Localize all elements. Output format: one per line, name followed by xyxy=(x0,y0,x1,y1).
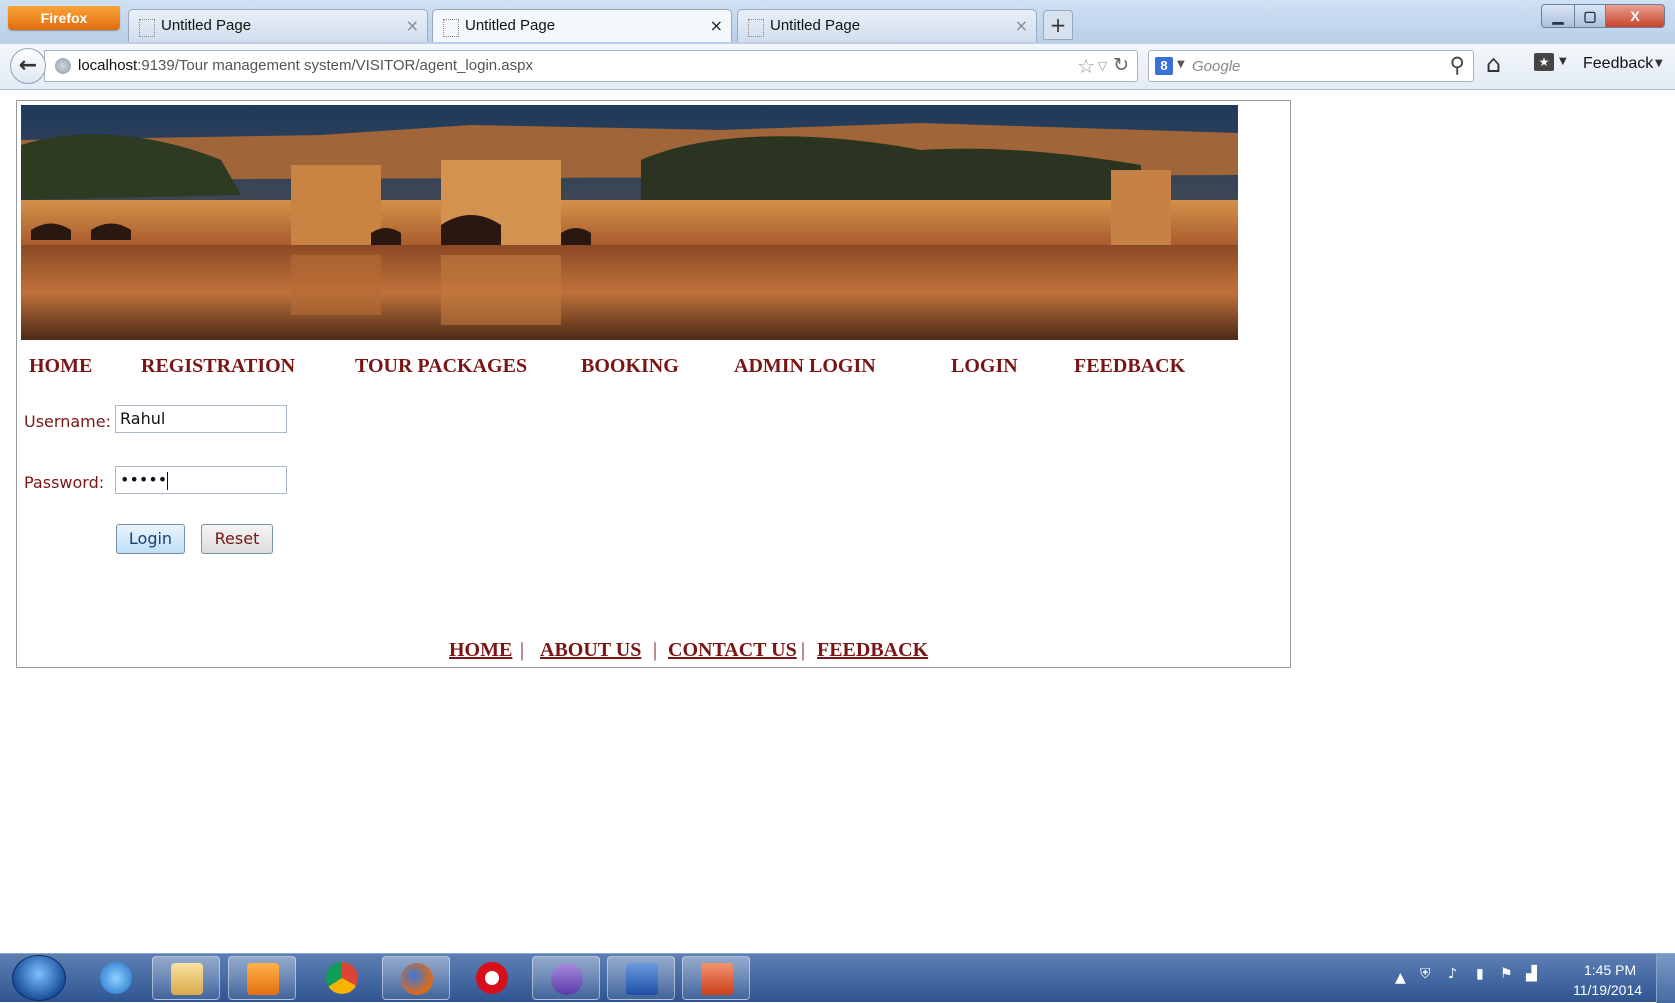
reload-icon[interactable]: ↻ xyxy=(1113,54,1129,76)
google-icon[interactable]: 8 xyxy=(1155,57,1173,75)
tab-untitled-page-2[interactable]: Untitled Page × xyxy=(432,9,732,42)
nav-booking[interactable]: BOOKING xyxy=(581,355,679,378)
taskbar: ▲ ⛨ ♪ ▮ ⚑ ▟ 1:45 PM 11/19/2014 xyxy=(0,953,1675,1003)
nav-login[interactable]: LOGIN xyxy=(951,355,1018,378)
nav-tour-packages[interactable]: TOUR PACKAGES xyxy=(355,355,527,378)
close-window-button[interactable]: X xyxy=(1605,4,1665,28)
clock-date[interactable]: 11/19/2014 xyxy=(1573,982,1642,998)
tab-untitled-page-3[interactable]: Untitled Page × xyxy=(737,9,1037,42)
password-label: Password: xyxy=(24,473,105,492)
powerpoint-icon[interactable] xyxy=(682,956,750,1000)
chrome-icon[interactable] xyxy=(308,956,376,1000)
username-field[interactable]: Rahul xyxy=(115,405,287,433)
page-icon xyxy=(139,19,155,37)
chevron-up-icon[interactable]: ▲ xyxy=(1395,970,1406,986)
minimize-button[interactable]: ▁ xyxy=(1541,4,1575,28)
search-bar[interactable]: 8 ▼ Google ⚲ xyxy=(1148,50,1474,82)
home-icon[interactable]: ⌂ xyxy=(1486,50,1501,78)
footer-separator: | xyxy=(520,639,525,661)
footer-contact-us-link[interactable]: CONTACT US xyxy=(668,639,797,662)
chevron-down-icon[interactable]: ▼ xyxy=(1655,58,1663,69)
chevron-down-icon[interactable]: ▼ xyxy=(1177,59,1185,70)
battery-icon[interactable]: ▮ xyxy=(1476,966,1484,982)
bookmarks-icon[interactable]: ★ xyxy=(1534,53,1554,71)
start-button[interactable] xyxy=(12,955,66,1001)
browser-toolbar: localhost:9139/Tour management system/VI… xyxy=(0,44,1675,90)
file-explorer-icon[interactable] xyxy=(152,956,220,1000)
star-icon[interactable]: ☆ xyxy=(1077,54,1095,78)
chevron-down-icon[interactable]: ▽ xyxy=(1098,59,1107,73)
chevron-down-icon[interactable]: ▼ xyxy=(1559,56,1567,67)
nav-home[interactable]: HOME xyxy=(29,355,92,378)
url-text[interactable]: localhost:9139/Tour management system/VI… xyxy=(78,57,533,74)
visual-studio-icon[interactable] xyxy=(532,956,600,1000)
feedback-button[interactable]: Feedback xyxy=(1583,55,1653,73)
media-player-icon[interactable] xyxy=(228,956,296,1000)
back-button[interactable]: ← xyxy=(10,48,46,84)
page-container: HOME REGISTRATION TOUR PACKAGES BOOKING … xyxy=(16,100,1291,668)
footer-feedback-link[interactable]: FEEDBACK xyxy=(817,639,928,662)
login-button[interactable]: Login xyxy=(116,524,185,554)
footer-home-link[interactable]: HOME xyxy=(449,639,512,662)
opera-icon[interactable] xyxy=(458,956,526,1000)
tab-label: Untitled Page xyxy=(161,17,252,34)
browser-titlebar: Firefox Untitled Page × Untitled Page × … xyxy=(0,0,1675,44)
close-icon[interactable]: × xyxy=(1015,16,1028,35)
footer-about-us-link[interactable]: ABOUT US xyxy=(540,639,641,662)
clock-time[interactable]: 1:45 PM xyxy=(1584,962,1636,978)
tab-label: Untitled Page xyxy=(770,17,861,34)
firefox-icon[interactable] xyxy=(382,956,450,1000)
url-host: localhost xyxy=(78,57,138,74)
page-icon xyxy=(748,19,764,37)
close-icon[interactable]: × xyxy=(710,16,723,35)
maximize-button[interactable]: ▢ xyxy=(1574,4,1606,28)
volume-icon[interactable]: ♪ xyxy=(1448,966,1457,982)
footer-separator: | xyxy=(653,639,658,661)
show-desktop-button[interactable] xyxy=(1656,954,1675,1003)
network-icon[interactable]: ▟ xyxy=(1526,966,1537,982)
word-icon[interactable] xyxy=(607,956,675,1000)
banner-image xyxy=(21,105,1238,340)
url-path: :9139/Tour management system/VISITOR/age… xyxy=(137,57,533,74)
tab-untitled-page-1[interactable]: Untitled Page × xyxy=(128,9,428,42)
reset-button[interactable]: Reset xyxy=(201,524,273,554)
page-icon xyxy=(443,19,459,37)
firefox-menu-button[interactable]: Firefox xyxy=(8,6,120,30)
new-tab-button[interactable]: + xyxy=(1043,10,1073,40)
search-input[interactable]: Google xyxy=(1192,58,1240,75)
footer-separator: | xyxy=(801,639,806,661)
nav-admin-login[interactable]: ADMIN LOGIN xyxy=(734,355,876,378)
search-icon[interactable]: ⚲ xyxy=(1450,53,1465,77)
flag-icon[interactable]: ⚑ xyxy=(1500,966,1513,982)
globe-icon xyxy=(55,58,71,74)
text-cursor xyxy=(167,471,169,490)
tab-label: Untitled Page xyxy=(465,17,556,34)
close-icon[interactable]: × xyxy=(406,16,419,35)
shield-icon[interactable]: ⛨ xyxy=(1420,966,1431,982)
nav-feedback[interactable]: FEEDBACK xyxy=(1074,355,1185,378)
password-masked-value: ••••• xyxy=(120,470,168,489)
url-bar[interactable]: localhost:9139/Tour management system/VI… xyxy=(44,50,1138,82)
internet-explorer-icon[interactable] xyxy=(82,956,150,1000)
nav-registration[interactable]: REGISTRATION xyxy=(141,355,295,378)
username-label: Username: xyxy=(24,412,111,431)
password-field[interactable]: ••••• xyxy=(115,466,287,494)
